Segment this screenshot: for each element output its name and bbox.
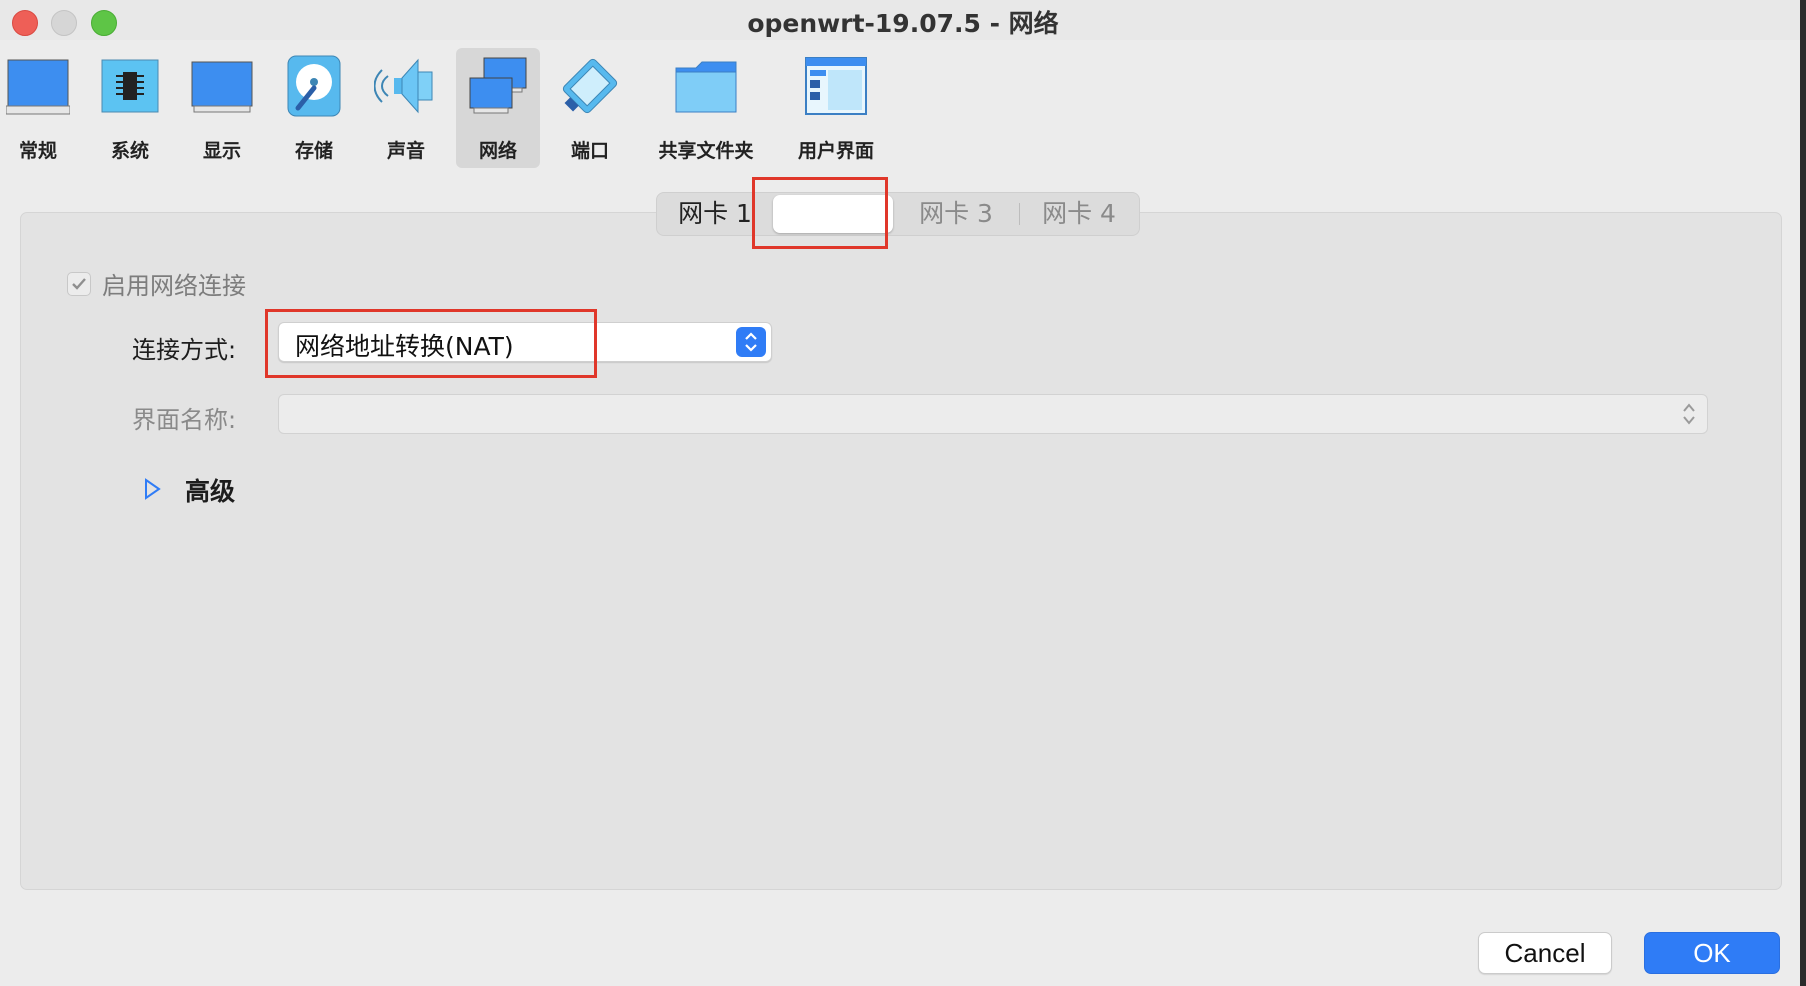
toolbar-shared-folders[interactable]: 共享文件夹	[652, 48, 760, 168]
interface-name-label: 界面名称:	[132, 406, 237, 434]
window-edge	[1800, 0, 1806, 986]
disk-icon	[287, 55, 341, 117]
toolbar-ports[interactable]: 端口	[548, 48, 632, 168]
enable-adapter-checkbox[interactable]	[67, 272, 91, 296]
cancel-button[interactable]: Cancel	[1478, 932, 1612, 974]
display-icon	[191, 61, 253, 113]
tab-adapter-3[interactable]: 网卡 3	[897, 193, 1015, 235]
title-bar: openwrt-19.07.5 - 网络	[0, 0, 1806, 40]
enable-adapter-label: 启用网络连接	[102, 272, 246, 300]
highlight-box-tab	[752, 177, 888, 249]
toolbar-user-interface[interactable]: 用户界面	[786, 48, 886, 168]
serial-port-icon	[562, 58, 618, 114]
tab-adapter-4[interactable]: 网卡 4	[1021, 193, 1137, 235]
toolbar-audio[interactable]: 声音	[364, 48, 448, 168]
toolbar-label: 显示	[202, 140, 241, 162]
advanced-label[interactable]: 高级	[185, 472, 235, 508]
chip-icon	[101, 59, 159, 113]
toolbar-network[interactable]: 网络	[456, 48, 540, 168]
disclosure-triangle-icon[interactable]	[143, 478, 161, 500]
toolbar-general[interactable]: 常规	[0, 48, 80, 168]
ok-button[interactable]: OK	[1644, 932, 1780, 974]
attached-to-label: 连接方式:	[132, 336, 237, 364]
select-arrows-icon	[1683, 403, 1695, 425]
toolbar-label: 端口	[570, 140, 609, 162]
interface-name-select[interactable]	[278, 394, 1708, 434]
highlight-box-attach	[265, 309, 597, 378]
toolbar-label: 声音	[386, 140, 425, 162]
toolbar-label: 网络	[478, 140, 517, 162]
network-icon	[469, 57, 527, 114]
tab-separator	[1019, 203, 1020, 225]
toolbar-label: 系统	[110, 140, 149, 162]
toolbar-label: 常规	[18, 140, 57, 162]
adapter-tabs: 网卡 1 网卡 3 网卡 4	[656, 192, 1140, 236]
window-title: openwrt-19.07.5 - 网络	[747, 9, 1059, 38]
folder-icon	[675, 61, 737, 113]
toolbar-label: 用户界面	[797, 140, 874, 162]
toolbar-storage[interactable]: 存储	[272, 48, 356, 168]
speaker-icon	[374, 58, 433, 114]
monitor-icon	[6, 59, 70, 115]
toolbar-system[interactable]: 系统	[88, 48, 172, 168]
checkmark-icon	[72, 278, 86, 290]
toolbar-label: 共享文件夹	[658, 140, 754, 162]
toolbar-display[interactable]: 显示	[180, 48, 264, 168]
toolbar-label: 存储	[294, 140, 333, 162]
ui-window-icon	[805, 57, 867, 115]
select-arrows-icon	[736, 327, 766, 357]
